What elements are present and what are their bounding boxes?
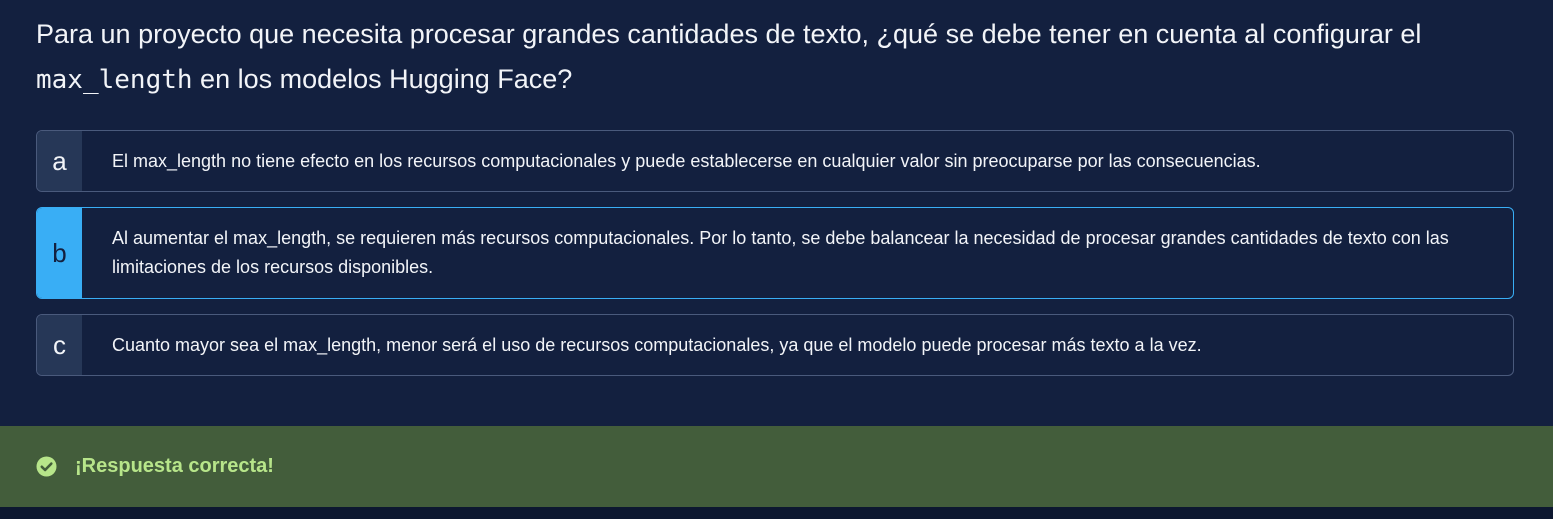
question-text-before: Para un proyecto que necesita procesar g…	[36, 19, 1422, 49]
option-text-c: Cuanto mayor sea el max_length, menor se…	[112, 334, 1202, 355]
question-code: max_length	[36, 65, 193, 95]
option-text-a: El max_length no tiene efecto en los rec…	[112, 150, 1261, 171]
answer-option-b[interactable]: b Al aumentar el max_length, se requiere…	[36, 207, 1514, 299]
question-text-after: en los modelos Hugging Face?	[192, 64, 573, 94]
check-circle-icon	[36, 456, 57, 477]
quiz-page: Para un proyecto que necesita procesar g…	[0, 0, 1553, 519]
question-text: Para un proyecto que necesita procesar g…	[36, 12, 1516, 103]
answer-option-c[interactable]: c Cuanto mayor sea el max_length, menor …	[36, 314, 1514, 376]
option-letter-c: c	[37, 315, 82, 375]
option-letter-a: a	[37, 131, 82, 191]
feedback-message: ¡Respuesta correcta!	[75, 455, 274, 477]
option-text-b: Al aumentar el max_length, se requieren …	[112, 228, 1449, 277]
answer-option-a[interactable]: a El max_length no tiene efecto en los r…	[36, 130, 1514, 192]
feedback-banner: ¡Respuesta correcta!	[0, 426, 1553, 507]
option-letter-b: b	[37, 208, 82, 298]
bottom-divider	[0, 507, 1553, 519]
